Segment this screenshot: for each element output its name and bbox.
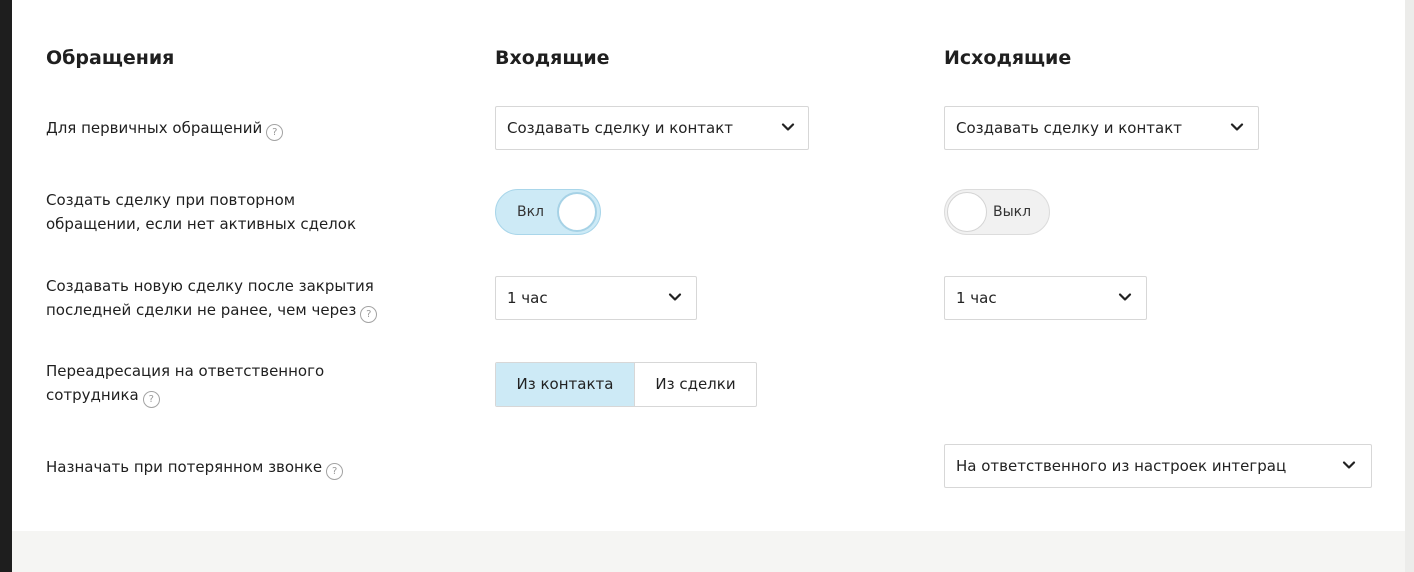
- question-circle-icon[interactable]: ?: [360, 306, 378, 323]
- outgoing-delay-value: 1 час: [956, 289, 997, 307]
- repeat-request-line2: обращении, если нет активных сделок: [46, 215, 357, 233]
- question-circle-icon[interactable]: ?: [142, 391, 160, 408]
- question-circle-icon[interactable]: ?: [326, 463, 344, 480]
- incoming-delay-select[interactable]: 1 час: [495, 276, 697, 320]
- redirect-option-deal[interactable]: Из сделки: [633, 363, 756, 406]
- primary-requests-label: Для первичных обращений?: [46, 116, 284, 141]
- incoming-primary-value: Создавать сделку и контакт: [507, 119, 733, 137]
- missed-call-label: Назначать при потерянном звонке?: [46, 455, 344, 480]
- outgoing-column-title: Исходящие: [944, 47, 1072, 69]
- chevron-down-icon: [781, 123, 795, 131]
- redirect-label: Переадресация на ответственного сотрудни…: [46, 359, 324, 408]
- new-deal-delay-line2: последней сделки не ранее, чем через: [46, 301, 357, 319]
- incoming-column-title: Входящие: [495, 47, 610, 69]
- primary-requests-text: Для первичных обращений: [46, 119, 263, 137]
- outgoing-missed-call-select[interactable]: На ответственного из настроек интеграц: [944, 444, 1372, 488]
- chevron-down-icon: [1342, 461, 1356, 469]
- outgoing-primary-value: Создавать сделку и контакт: [956, 119, 1182, 137]
- redirect-line2-wrap: сотрудника?: [46, 383, 324, 408]
- footer-band: [12, 531, 1405, 572]
- new-deal-delay-label: Создавать новую сделку после закрытия по…: [46, 274, 378, 323]
- incoming-repeat-toggle[interactable]: Вкл: [495, 189, 601, 235]
- redirect-option-contact[interactable]: Из контакта: [496, 363, 634, 406]
- missed-call-text: Назначать при потерянном звонке: [46, 458, 323, 476]
- repeat-request-label: Создать сделку при повторном обращении, …: [46, 188, 356, 236]
- outgoing-repeat-toggle[interactable]: Выкл: [944, 189, 1050, 235]
- toggle-on-label: Вкл: [517, 204, 545, 220]
- redirect-line2: сотрудника: [46, 386, 139, 404]
- toggle-knob: [947, 192, 987, 232]
- window-edge: [1405, 0, 1414, 572]
- repeat-request-line1: Создать сделку при повторном: [46, 191, 296, 209]
- toggle-off-label: Выкл: [993, 204, 1032, 220]
- redirect-segmented-control: Из контакта Из сделки: [495, 362, 757, 407]
- chevron-down-icon: [1230, 123, 1244, 131]
- new-deal-delay-line2-wrap: последней сделки не ранее, чем через?: [46, 298, 378, 323]
- outgoing-primary-select[interactable]: Создавать сделку и контакт: [944, 106, 1259, 150]
- section-title: Обращения: [46, 47, 175, 69]
- incoming-delay-value: 1 час: [507, 289, 548, 307]
- incoming-primary-select[interactable]: Создавать сделку и контакт: [495, 106, 809, 150]
- outgoing-missed-call-value: На ответственного из настроек интеграц: [956, 457, 1287, 475]
- question-circle-icon[interactable]: ?: [266, 124, 284, 141]
- new-deal-delay-line1: Создавать новую сделку после закрытия: [46, 277, 374, 295]
- outgoing-delay-select[interactable]: 1 час: [944, 276, 1147, 320]
- chevron-down-icon: [668, 293, 682, 301]
- chevron-down-icon: [1118, 293, 1132, 301]
- toggle-knob: [557, 192, 597, 232]
- redirect-line1: Переадресация на ответственного: [46, 362, 325, 380]
